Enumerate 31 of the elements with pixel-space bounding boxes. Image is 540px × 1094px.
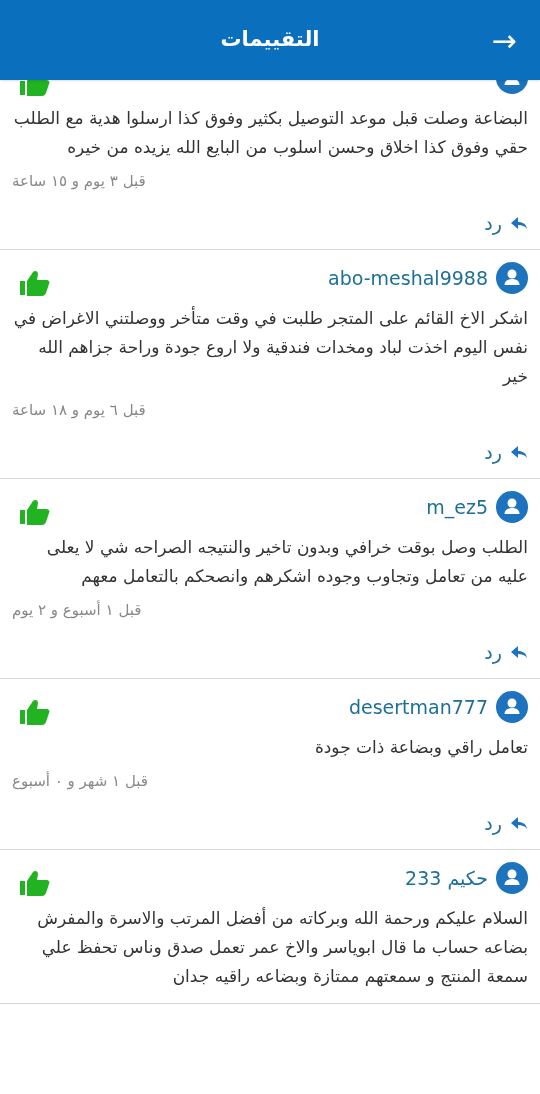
review-text: تعامل راقي وبضاعة ذات جودة — [313, 736, 528, 760]
user-avatar-icon — [496, 862, 528, 894]
review-time: قبل ١ شهر و ٠ أسبوع — [12, 770, 148, 792]
user-avatar-icon — [496, 691, 528, 723]
reply-icon — [510, 644, 528, 659]
username[interactable]: abo-meshal9988 — [328, 263, 488, 293]
reply-button[interactable]: رد — [484, 437, 528, 466]
username[interactable]: desertman777 — [348, 692, 488, 722]
user-avatar-icon — [496, 491, 528, 523]
review-text: السلام عليكم ورحمة الله وبركاته من أفضل المرتب والاسرة والمفرش بضاعه حساب ما قال ابوياسر والاخ عمر تعمل صدق وناس تحفظ علي سمعة المنتج و سمعتهم ممتازة وبضاعه راقيه جدان — [36, 906, 528, 989]
review-time: قبل ٦ يوم و ١٨ ساعة — [12, 400, 146, 421]
reply-button[interactable]: رد — [484, 808, 528, 837]
reply-button[interactable]: رد — [484, 208, 528, 237]
page-title: التقييمات — [220, 26, 320, 54]
reply-button[interactable]: رد — [484, 637, 528, 666]
review-text: اشكر الاخ القائم على المتجر طلبت في وقت متأخر ووصلتني الاغراض في نفس اليوم اخذت لباد ومخدات فندقية ولا اروع جودة وراحة جزاهم الله خير — [12, 305, 528, 388]
reply-icon — [510, 215, 528, 230]
review-text: الطلب وصل بوقت خرافي وبدون تاخير والنتيجه الصراحه شي لا يعلى عليه من تعامل وتجاوب وجوده اشكرهم وانصحكم بالتعامل معهم — [45, 536, 528, 589]
review-text: البضاعة وصلت قبل موعد التوصيل بكثير وفوق كذا ارسلوا هدية مع الطلب حقي وفوق كذا اخلاق وحسن اسلوب من البايع الله يزيده من خيره — [12, 107, 528, 160]
review-time: قبل ١ أسبوع و ٢ يوم — [12, 599, 142, 621]
back-button[interactable]: → — [484, 17, 524, 63]
reply-icon — [510, 815, 528, 830]
username[interactable]: حكيم 233 — [405, 863, 488, 893]
reply-icon — [510, 444, 528, 459]
thumbs-up-icon[interactable] — [20, 870, 50, 896]
thumbs-up-icon[interactable] — [20, 499, 50, 525]
review-time: قبل ٣ يوم و ١٥ ساعة — [12, 171, 146, 192]
thumbs-up-icon[interactable] — [20, 699, 50, 725]
thumbs-up-icon[interactable] — [20, 270, 50, 296]
username[interactable]: m_ez5 — [426, 492, 488, 522]
user-avatar-icon — [496, 262, 528, 294]
